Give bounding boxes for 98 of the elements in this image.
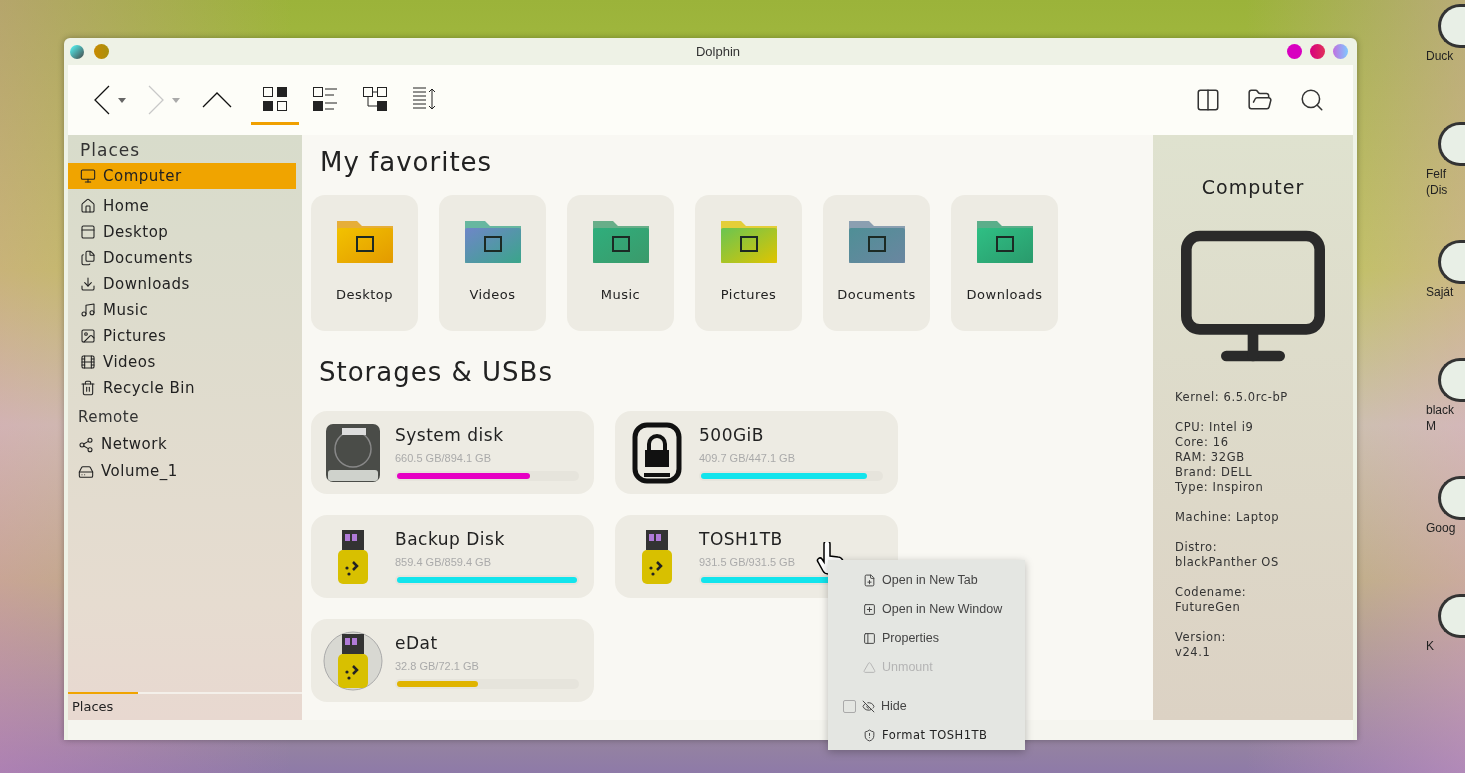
- menu-item[interactable]: Hide: [828, 692, 1025, 721]
- app-icon: [70, 44, 84, 59]
- menu-item[interactable]: Format TOSH1TB: [828, 721, 1025, 750]
- window-title: Dolphin: [695, 42, 741, 61]
- storage-usage: 660.5 GB/894.1 GB: [395, 450, 491, 466]
- storage-name: System disk: [395, 423, 504, 446]
- film-icon: [80, 354, 96, 370]
- download-icon: [80, 276, 96, 292]
- info-line: FutureGen: [1175, 599, 1242, 615]
- storage-name: TOSH1TB: [699, 527, 783, 550]
- caret-icon: [172, 97, 180, 103]
- favorite-folder-tile[interactable]: Pictures: [695, 195, 802, 331]
- info-line: v24.1: [1175, 644, 1212, 660]
- sort-icon: [412, 85, 438, 112]
- desktop-icon-label[interactable]: Saját: [1426, 285, 1454, 300]
- music-icon: [80, 302, 96, 318]
- window-icon: [863, 603, 876, 616]
- section-heading: Remote: [77, 407, 140, 428]
- info-line: Distro:: [1175, 539, 1219, 555]
- section-heading: Places: [79, 139, 142, 162]
- app-icon[interactable]: [1438, 476, 1465, 520]
- favorite-folder-tile[interactable]: Videos: [439, 195, 546, 331]
- grid-view-icon: [262, 85, 288, 112]
- storage-card[interactable]: eDat 32.8 GB/72.1 GB: [311, 619, 594, 702]
- desktop-icon-label[interactable]: K: [1426, 639, 1434, 654]
- list-view-icon: [312, 85, 338, 112]
- close-button[interactable]: [1333, 44, 1348, 59]
- desktop-icon-label[interactable]: black: [1426, 403, 1454, 418]
- info-line: Type: Inspiron: [1175, 479, 1265, 495]
- storage-usage: 931.5 GB/931.5 GB: [699, 554, 795, 570]
- home-icon: [80, 198, 96, 214]
- desktop-icon-label[interactable]: Goog: [1426, 521, 1456, 536]
- storage-name: eDat: [395, 631, 438, 654]
- app-icon[interactable]: [1438, 594, 1465, 638]
- info-line: Version:: [1175, 629, 1227, 645]
- info-line: RAM: 32GB: [1175, 449, 1246, 465]
- places-item[interactable]: Computer: [68, 163, 296, 189]
- properties-icon: [863, 632, 876, 645]
- desktop-icon-label[interactable]: Felf: [1426, 167, 1446, 182]
- checkbox[interactable]: [843, 700, 856, 713]
- info-line: CPU: Intel i9: [1175, 419, 1255, 435]
- favorite-folder-tile[interactable]: Downloads: [951, 195, 1058, 331]
- app-icon[interactable]: [1438, 358, 1465, 402]
- favorite-folder-tile[interactable]: Music: [567, 195, 674, 331]
- app-icon[interactable]: [1438, 240, 1465, 284]
- trash-icon: [80, 380, 96, 396]
- format-icon: [863, 729, 876, 742]
- storage-card[interactable]: 500GiB 409.7 GB/447.1 GB: [615, 411, 898, 494]
- pin-icon[interactable]: [94, 44, 109, 59]
- places-item[interactable]: Network: [68, 431, 302, 458]
- hard-drive-icon: [78, 463, 94, 480]
- places-item[interactable]: Documents: [68, 245, 302, 271]
- info-line: Codename:: [1175, 584, 1248, 600]
- places-item[interactable]: Recycle Bin: [68, 375, 302, 401]
- usb-drive-icon: [323, 629, 383, 692]
- panel-tab[interactable]: Places: [68, 694, 302, 720]
- caret-icon: [118, 97, 126, 103]
- places-item[interactable]: Downloads: [68, 271, 302, 297]
- places-item[interactable]: Home: [68, 193, 302, 219]
- storage-card[interactable]: Backup Disk 859.4 GB/859.4 GB: [311, 515, 594, 598]
- section-heading: Storages & USBs: [318, 357, 554, 387]
- info-line: Core: 16: [1175, 434, 1230, 450]
- minimize-button[interactable]: [1287, 44, 1302, 59]
- storage-usage: 409.7 GB/447.1 GB: [699, 450, 795, 466]
- tree-view-icon: [362, 85, 388, 112]
- storage-name: Backup Disk: [395, 527, 505, 550]
- tab-icon: [863, 574, 876, 587]
- info-line: Machine: Laptop: [1175, 509, 1281, 525]
- desktop-icon-label[interactable]: (Dis: [1426, 183, 1448, 198]
- storage-name: 500GiB: [699, 423, 764, 446]
- menu-item[interactable]: Properties: [828, 624, 1025, 653]
- info-line: Kernel: 6.5.0rc-bP: [1175, 389, 1288, 405]
- places-item[interactable]: Pictures: [68, 323, 302, 349]
- storage-card[interactable]: System disk 660.5 GB/894.1 GB: [311, 411, 594, 494]
- app-icon[interactable]: [1438, 4, 1465, 48]
- network-icon: [78, 436, 94, 453]
- desktop-icon-label[interactable]: Duck: [1426, 49, 1454, 64]
- desktop-icon-label[interactable]: M: [1426, 419, 1436, 434]
- section-heading: My favorites: [319, 147, 494, 177]
- favorite-folder-tile[interactable]: Desktop: [311, 195, 418, 331]
- places-item[interactable]: Videos: [68, 349, 302, 375]
- menu-item[interactable]: Open in New Window: [828, 595, 1025, 624]
- app-icon[interactable]: [1438, 122, 1465, 166]
- info-title: Computer: [1201, 175, 1305, 200]
- eject-icon: [863, 661, 876, 674]
- maximize-button[interactable]: [1310, 44, 1325, 59]
- storage-usage: 859.4 GB/859.4 GB: [395, 554, 491, 570]
- info-line: Brand: DELL: [1175, 464, 1254, 480]
- favorite-folder-tile[interactable]: Documents: [823, 195, 930, 331]
- places-item[interactable]: Desktop: [68, 219, 302, 245]
- documents-icon: [80, 250, 96, 266]
- places-item[interactable]: Music: [68, 297, 302, 323]
- places-item[interactable]: Volume_1: [68, 458, 302, 485]
- desktop-icon: [80, 224, 96, 240]
- storage-usage: 32.8 GB/72.1 GB: [395, 658, 479, 674]
- image-icon: [80, 328, 96, 344]
- monitor-icon: [80, 168, 96, 184]
- info-line: blackPanther OS: [1175, 554, 1280, 570]
